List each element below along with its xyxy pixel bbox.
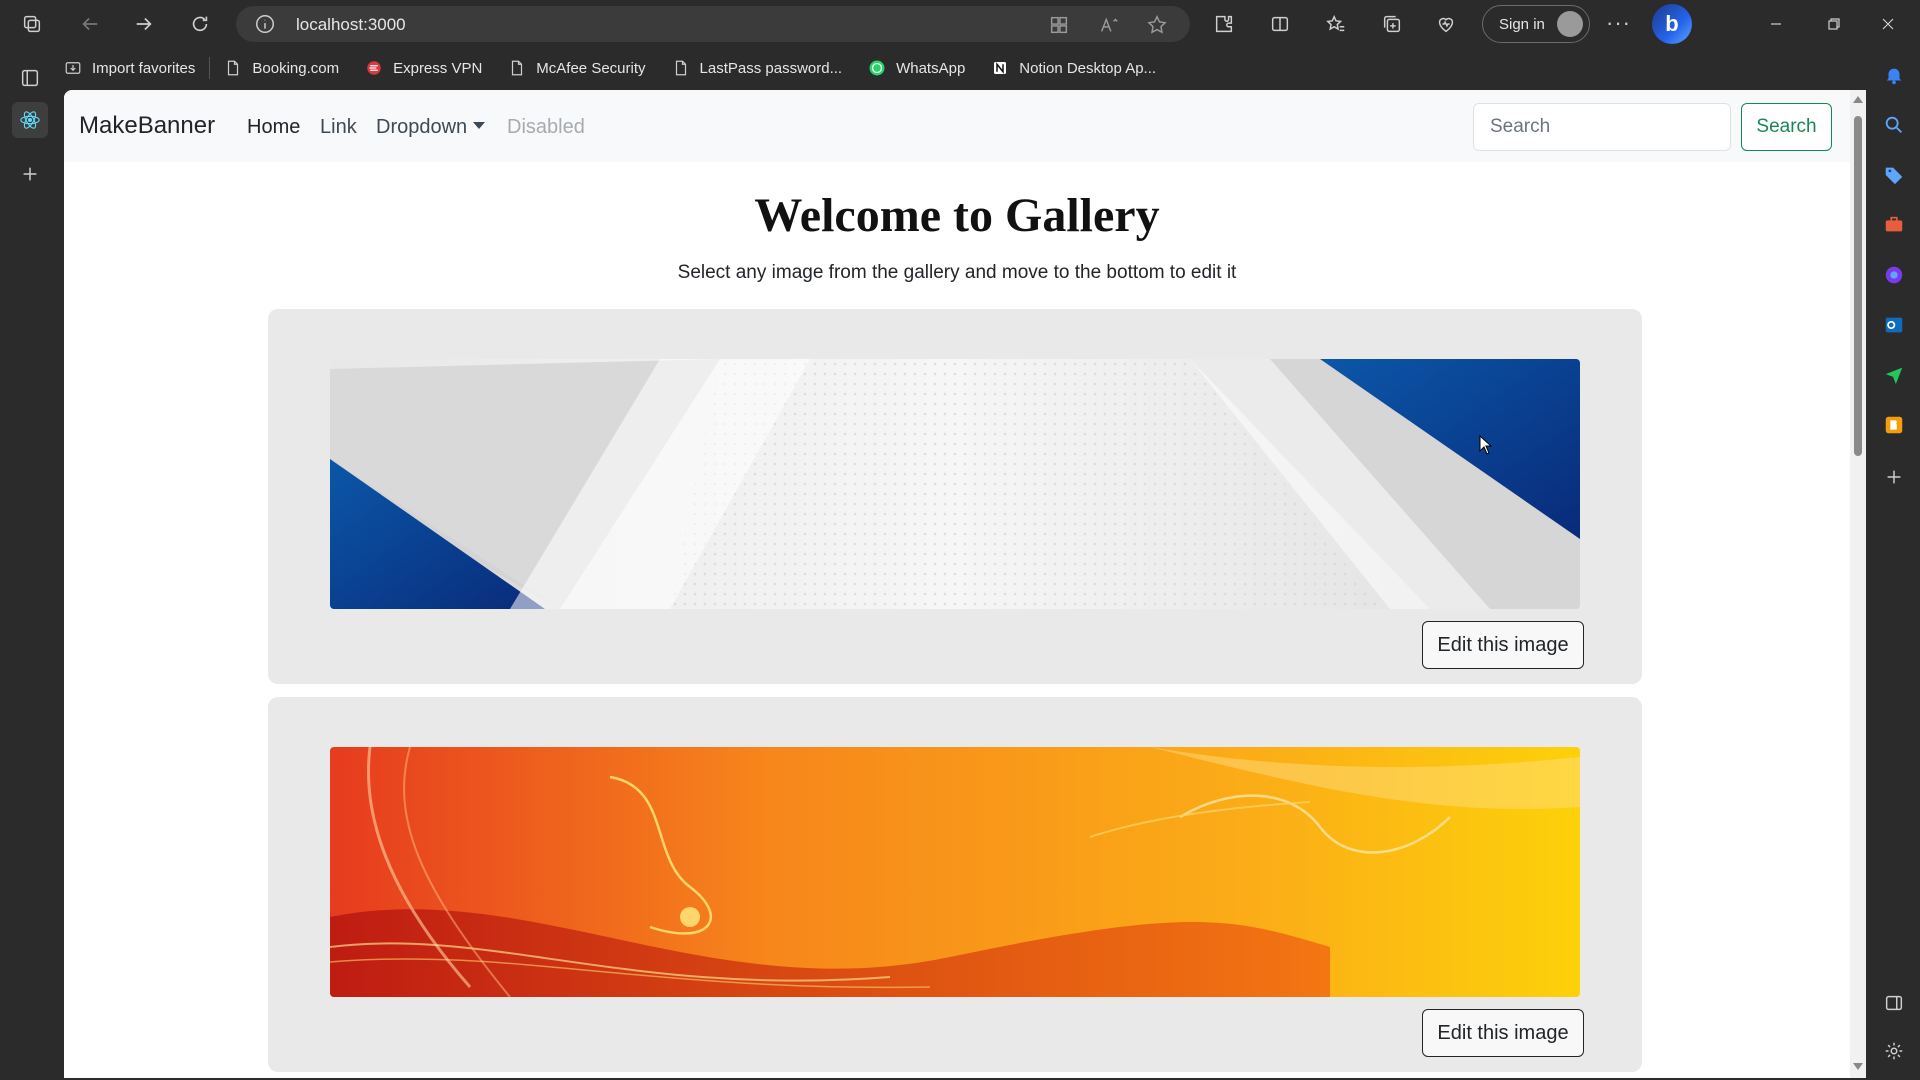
send-drop-icon[interactable] — [1881, 362, 1907, 388]
notion-icon — [994, 62, 1007, 74]
page-subtitle: Select any image from the gallery and mo… — [677, 262, 1237, 283]
gallery-card: Edit this image — [268, 309, 1642, 684]
nav-link-link[interactable]: Link — [320, 116, 357, 139]
collections-icon[interactable] — [1378, 10, 1406, 38]
url-text[interactable]: localhost:3000 — [296, 15, 406, 35]
app-available-icon[interactable] — [1048, 14, 1070, 36]
mouse-cursor-icon — [1479, 435, 1493, 455]
site-info-icon[interactable] — [254, 13, 276, 35]
forward-icon[interactable] — [130, 10, 158, 38]
banner-image-blue-geometric[interactable] — [330, 359, 1580, 609]
close-icon[interactable] — [1868, 8, 1908, 40]
edit-image-button[interactable]: Edit this image — [1422, 1009, 1584, 1057]
games-icon[interactable] — [1881, 262, 1907, 288]
back-icon[interactable] — [76, 10, 104, 38]
whatsapp-icon — [869, 60, 885, 76]
add-sidebar-app-icon[interactable] — [1881, 464, 1907, 490]
sign-in-button[interactable]: Sign in — [1482, 5, 1590, 43]
settings-gear-icon[interactable] — [1881, 1038, 1907, 1064]
nav-dropdown-label: Dropdown — [376, 116, 468, 138]
tab-react-app[interactable] — [12, 102, 48, 138]
page-title: Welcome to Gallery — [754, 189, 1160, 242]
copilot-label: b — [1665, 11, 1679, 36]
browser-toolbar: localhost:3000 Sign in ··· b — [0, 0, 1920, 48]
search-input[interactable] — [1473, 103, 1731, 151]
restore-icon[interactable] — [1814, 8, 1854, 40]
bookmark-expressvpn[interactable]: Express VPN — [365, 59, 482, 77]
favorites-icon[interactable] — [1322, 10, 1350, 38]
nav-link-home[interactable]: Home — [247, 116, 300, 139]
sign-in-label: Sign in — [1499, 15, 1545, 33]
bookmark-label: McAfee Security — [536, 59, 646, 77]
tab-actions-icon[interactable] — [12, 60, 48, 96]
page-icon — [512, 60, 523, 76]
page-icon — [675, 60, 686, 76]
navbar-brand[interactable]: MakeBanner — [79, 112, 215, 140]
outlook-icon[interactable] — [1881, 312, 1907, 338]
expressvpn-icon — [367, 61, 381, 75]
new-tab-icon[interactable] — [12, 156, 48, 192]
bookmark-label: LastPass password... — [699, 59, 843, 77]
bookmark-import-favorites[interactable]: Import favorites — [64, 59, 195, 77]
navbar: MakeBanner Home Link Dropdown Disabled S… — [64, 90, 1850, 162]
copilot-icon[interactable]: b — [1652, 4, 1692, 44]
minimize-icon[interactable] — [1756, 8, 1796, 40]
bookmark-booking[interactable]: Booking.com — [224, 59, 339, 77]
edit-image-button[interactable]: Edit this image — [1422, 621, 1584, 669]
bookmark-mcafee[interactable]: McAfee Security — [508, 59, 646, 77]
browser-essentials-icon[interactable] — [1432, 10, 1460, 38]
edge-sidebar — [1868, 48, 1920, 1080]
address-bar[interactable]: localhost:3000 — [236, 6, 1190, 42]
bookmark-divider — [209, 57, 211, 79]
bookmark-label: Express VPN — [393, 59, 483, 77]
search-button[interactable]: Search — [1741, 103, 1832, 151]
tools-briefcase-icon[interactable] — [1881, 212, 1907, 238]
nav-dropdown[interactable]: Dropdown — [376, 116, 486, 139]
bookmark-whatsapp[interactable]: WhatsApp — [868, 59, 965, 77]
split-screen-icon[interactable] — [1266, 10, 1294, 38]
vertical-tabs — [0, 48, 60, 1080]
hide-sidebar-icon[interactable] — [1881, 990, 1907, 1016]
bookmark-label: Notion Desktop Ap... — [1019, 59, 1157, 77]
nav-link-disabled: Disabled — [507, 116, 585, 138]
scroll-up-icon[interactable] — [1853, 96, 1863, 103]
bookmarks-bar: Import favorites Booking.com Express VPN… — [64, 48, 1182, 88]
scrollbar-thumb[interactable] — [1854, 116, 1862, 456]
refresh-icon[interactable] — [186, 10, 214, 38]
search-icon[interactable] — [1881, 112, 1907, 138]
bookmark-label: Booking.com — [252, 59, 340, 77]
favorite-star-icon[interactable] — [1146, 14, 1168, 36]
caret-down-icon — [473, 122, 486, 130]
import-icon — [65, 62, 81, 74]
blogger-icon[interactable] — [1881, 412, 1907, 438]
bookmark-label: Import favorites — [92, 59, 196, 77]
workspaces-icon[interactable] — [18, 10, 46, 38]
shopping-tag-icon[interactable] — [1881, 162, 1907, 188]
react-icon — [20, 111, 40, 129]
gallery-card: Edit this image — [268, 697, 1642, 1072]
page-scrollbar[interactable] — [1850, 90, 1866, 1078]
notification-bell-icon[interactable] — [1881, 62, 1907, 88]
more-menu-icon[interactable]: ··· — [1606, 10, 1631, 36]
banner-image-orange-floral[interactable] — [330, 747, 1580, 997]
read-aloud-icon[interactable] — [1098, 14, 1120, 36]
avatar — [1557, 11, 1583, 37]
bookmark-label: WhatsApp — [896, 59, 966, 77]
page-viewport: MakeBanner Home Link Dropdown Disabled S… — [64, 90, 1866, 1078]
bookmark-notion[interactable]: Notion Desktop Ap... — [991, 59, 1156, 77]
bookmark-lastpass[interactable]: LastPass password... — [672, 59, 843, 77]
page-icon — [228, 60, 239, 76]
scroll-down-icon[interactable] — [1853, 1063, 1863, 1070]
extensions-icon[interactable] — [1210, 10, 1238, 38]
